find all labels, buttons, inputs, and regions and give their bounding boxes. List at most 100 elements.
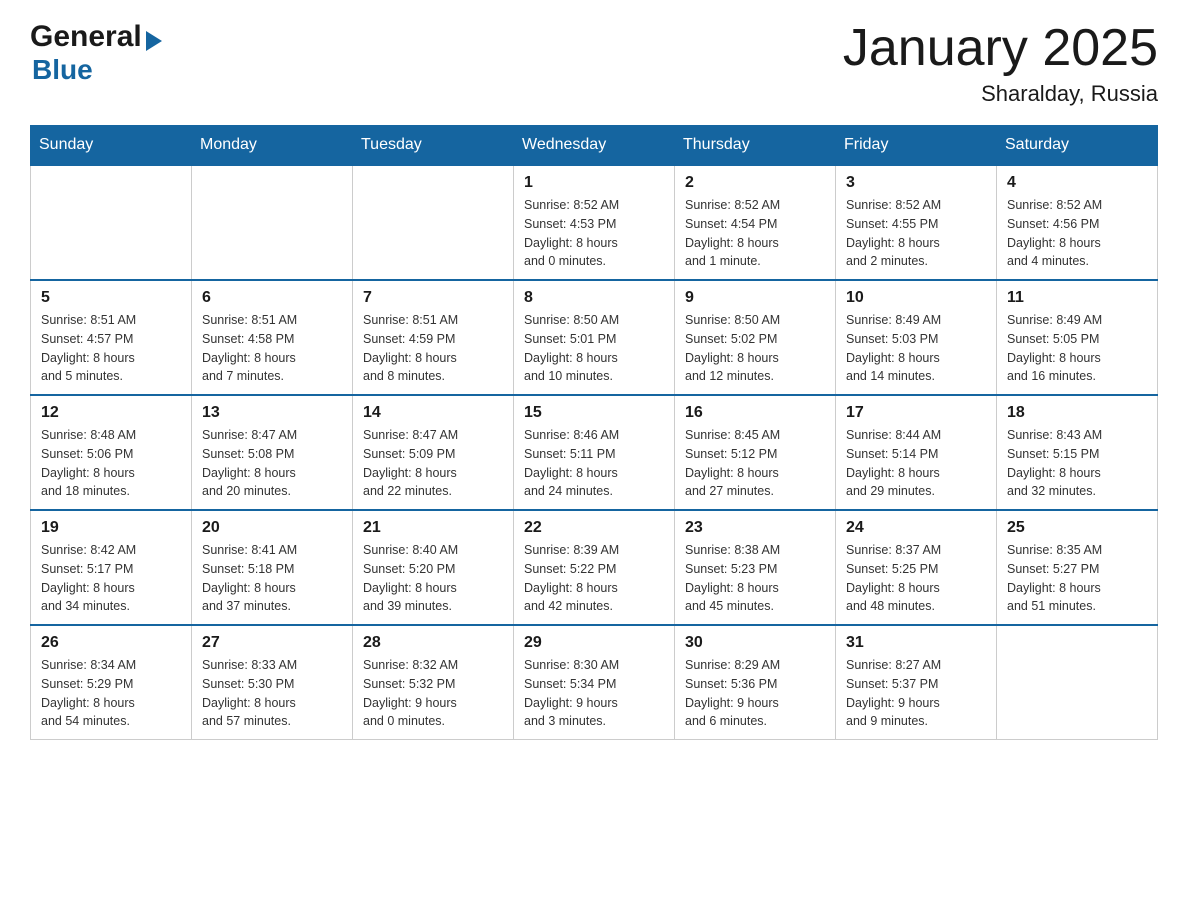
logo-general-text: General: [30, 20, 142, 54]
logo: General Blue: [30, 20, 162, 86]
day-number: 4: [1007, 174, 1147, 192]
day-cell-22: 22 Sunrise: 8:39 AMSunset: 5:22 PMDayligh…: [514, 510, 675, 625]
day-cell-5: 5 Sunrise: 8:51 AMSunset: 4:57 PMDaylight…: [31, 280, 192, 395]
day-info: Sunrise: 8:32 AMSunset: 5:32 PMDaylight:…: [363, 656, 503, 731]
day-number: 13: [202, 404, 342, 422]
day-cell-4: 4 Sunrise: 8:52 AMSunset: 4:56 PMDaylight…: [997, 165, 1158, 280]
day-cell-27: 27 Sunrise: 8:33 AMSunset: 5:30 PMDayligh…: [192, 625, 353, 740]
day-info: Sunrise: 8:52 AMSunset: 4:53 PMDaylight:…: [524, 196, 664, 271]
day-number: 21: [363, 519, 503, 537]
day-cell-18: 18Sunrise: 8:43 AMSunset: 5:15 PMDayligh…: [997, 395, 1158, 510]
day-cell-19: 19Sunrise: 8:42 AMSunset: 5:17 PMDayligh…: [31, 510, 192, 625]
day-info: Sunrise: 8:50 AMSunset: 5:02 PMDaylight:…: [685, 311, 825, 386]
day-cell-20: 20Sunrise: 8:41 AMSunset: 5:18 PMDayligh…: [192, 510, 353, 625]
week-row-4: 19Sunrise: 8:42 AMSunset: 5:17 PMDayligh…: [31, 510, 1158, 625]
day-info: Sunrise: 8:29 AMSunset: 5:36 PMDaylight:…: [685, 656, 825, 731]
day-number: 25: [1007, 519, 1147, 537]
day-cell-28: 28 Sunrise: 8:32 AMSunset: 5:32 PMDayligh…: [353, 625, 514, 740]
day-cell-24: 24 Sunrise: 8:37 AMSunset: 5:25 PMDayligh…: [836, 510, 997, 625]
empty-cell: [997, 625, 1158, 740]
day-number: 20: [202, 519, 342, 537]
day-number: 28: [363, 634, 503, 652]
week-row-3: 12Sunrise: 8:48 AMSunset: 5:06 PMDayligh…: [31, 395, 1158, 510]
day-cell-23: 23Sunrise: 8:38 AMSunset: 5:23 PMDayligh…: [675, 510, 836, 625]
day-info: Sunrise: 8:51 AMSunset: 4:59 PMDaylight:…: [363, 311, 503, 386]
day-cell-21: 21 Sunrise: 8:40 AMSunset: 5:20 PMDayligh…: [353, 510, 514, 625]
day-header-sunday: Sunday: [31, 126, 192, 166]
day-info: Sunrise: 8:40 AMSunset: 5:20 PMDaylight:…: [363, 541, 503, 616]
day-info: Sunrise: 8:49 AMSunset: 5:05 PMDaylight:…: [1007, 311, 1147, 386]
day-info: Sunrise: 8:47 AMSunset: 5:09 PMDaylight:…: [363, 426, 503, 501]
week-row-2: 5 Sunrise: 8:51 AMSunset: 4:57 PMDaylight…: [31, 280, 1158, 395]
page-header: General Blue January 2025 Sharalday, Rus…: [30, 20, 1158, 107]
day-info: Sunrise: 8:35 AMSunset: 5:27 PMDaylight:…: [1007, 541, 1147, 616]
day-cell-10: 10Sunrise: 8:49 AMSunset: 5:03 PMDayligh…: [836, 280, 997, 395]
day-number: 18: [1007, 404, 1147, 422]
day-number: 30: [685, 634, 825, 652]
day-info: Sunrise: 8:38 AMSunset: 5:23 PMDaylight:…: [685, 541, 825, 616]
day-info: Sunrise: 8:42 AMSunset: 5:17 PMDaylight:…: [41, 541, 181, 616]
day-cell-30: 30 Sunrise: 8:29 AMSunset: 5:36 PMDayligh…: [675, 625, 836, 740]
day-info: Sunrise: 8:52 AMSunset: 4:56 PMDaylight:…: [1007, 196, 1147, 271]
day-info: Sunrise: 8:30 AMSunset: 5:34 PMDaylight:…: [524, 656, 664, 731]
day-info: Sunrise: 8:27 AMSunset: 5:37 PMDaylight:…: [846, 656, 986, 731]
day-number: 9: [685, 289, 825, 307]
day-number: 7: [363, 289, 503, 307]
day-header-tuesday: Tuesday: [353, 126, 514, 166]
title-section: January 2025 Sharalday, Russia: [843, 20, 1158, 107]
day-number: 22: [524, 519, 664, 537]
day-cell-11: 11 Sunrise: 8:49 AMSunset: 5:05 PMDayligh…: [997, 280, 1158, 395]
day-cell-14: 14 Sunrise: 8:47 AMSunset: 5:09 PMDayligh…: [353, 395, 514, 510]
day-number: 24: [846, 519, 986, 537]
day-cell-16: 16Sunrise: 8:45 AMSunset: 5:12 PMDayligh…: [675, 395, 836, 510]
day-header-saturday: Saturday: [997, 126, 1158, 166]
day-cell-9: 9 Sunrise: 8:50 AMSunset: 5:02 PMDaylight…: [675, 280, 836, 395]
day-cell-17: 17Sunrise: 8:44 AMSunset: 5:14 PMDayligh…: [836, 395, 997, 510]
calendar-table: SundayMondayTuesdayWednesdayThursdayFrid…: [30, 125, 1158, 740]
day-info: Sunrise: 8:44 AMSunset: 5:14 PMDaylight:…: [846, 426, 986, 501]
day-info: Sunrise: 8:46 AMSunset: 5:11 PMDaylight:…: [524, 426, 664, 501]
day-number: 1: [524, 174, 664, 192]
day-cell-1: 1 Sunrise: 8:52 AMSunset: 4:53 PMDaylight…: [514, 165, 675, 280]
day-info: Sunrise: 8:52 AMSunset: 4:55 PMDaylight:…: [846, 196, 986, 271]
day-info: Sunrise: 8:37 AMSunset: 5:25 PMDaylight:…: [846, 541, 986, 616]
day-info: Sunrise: 8:51 AMSunset: 4:58 PMDaylight:…: [202, 311, 342, 386]
day-cell-12: 12Sunrise: 8:48 AMSunset: 5:06 PMDayligh…: [31, 395, 192, 510]
day-info: Sunrise: 8:50 AMSunset: 5:01 PMDaylight:…: [524, 311, 664, 386]
day-number: 14: [363, 404, 503, 422]
logo-blue-text: Blue: [32, 54, 162, 86]
day-cell-2: 2 Sunrise: 8:52 AMSunset: 4:54 PMDaylight…: [675, 165, 836, 280]
day-info: Sunrise: 8:51 AMSunset: 4:57 PMDaylight:…: [41, 311, 181, 386]
day-info: Sunrise: 8:52 AMSunset: 4:54 PMDaylight:…: [685, 196, 825, 271]
day-cell-7: 7 Sunrise: 8:51 AMSunset: 4:59 PMDaylight…: [353, 280, 514, 395]
day-header-thursday: Thursday: [675, 126, 836, 166]
day-number: 2: [685, 174, 825, 192]
day-cell-29: 29Sunrise: 8:30 AMSunset: 5:34 PMDayligh…: [514, 625, 675, 740]
day-cell-8: 8 Sunrise: 8:50 AMSunset: 5:01 PMDaylight…: [514, 280, 675, 395]
day-info: Sunrise: 8:33 AMSunset: 5:30 PMDaylight:…: [202, 656, 342, 731]
day-info: Sunrise: 8:49 AMSunset: 5:03 PMDaylight:…: [846, 311, 986, 386]
day-number: 3: [846, 174, 986, 192]
day-info: Sunrise: 8:34 AMSunset: 5:29 PMDaylight:…: [41, 656, 181, 731]
day-number: 27: [202, 634, 342, 652]
logo-triangle-icon: [146, 31, 162, 51]
week-row-1: 1 Sunrise: 8:52 AMSunset: 4:53 PMDaylight…: [31, 165, 1158, 280]
month-title: January 2025: [843, 20, 1158, 77]
day-number: 26: [41, 634, 181, 652]
day-info: Sunrise: 8:39 AMSunset: 5:22 PMDaylight:…: [524, 541, 664, 616]
day-cell-15: 15 Sunrise: 8:46 AMSunset: 5:11 PMDayligh…: [514, 395, 675, 510]
day-number: 16: [685, 404, 825, 422]
day-info: Sunrise: 8:48 AMSunset: 5:06 PMDaylight:…: [41, 426, 181, 501]
day-number: 5: [41, 289, 181, 307]
day-cell-13: 13Sunrise: 8:47 AMSunset: 5:08 PMDayligh…: [192, 395, 353, 510]
day-number: 15: [524, 404, 664, 422]
day-number: 31: [846, 634, 986, 652]
day-header-monday: Monday: [192, 126, 353, 166]
day-cell-26: 26 Sunrise: 8:34 AMSunset: 5:29 PMDayligh…: [31, 625, 192, 740]
day-cell-31: 31 Sunrise: 8:27 AMSunset: 5:37 PMDayligh…: [836, 625, 997, 740]
day-number: 11: [1007, 289, 1147, 307]
day-number: 8: [524, 289, 664, 307]
day-cell-6: 6Sunrise: 8:51 AMSunset: 4:58 PMDaylight…: [192, 280, 353, 395]
location: Sharalday, Russia: [843, 81, 1158, 107]
week-row-5: 26 Sunrise: 8:34 AMSunset: 5:29 PMDayligh…: [31, 625, 1158, 740]
